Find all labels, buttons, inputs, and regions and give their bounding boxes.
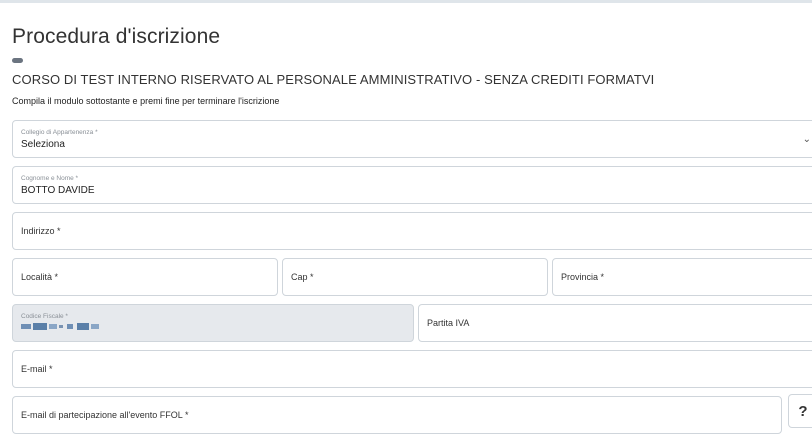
instructions-text: Compila il modulo sottostante e premi fi… — [12, 96, 280, 106]
indirizzo-placeholder: Indirizzo * — [21, 226, 61, 236]
email-evento-field[interactable]: E-mail di partecipazione all'evento FFOL… — [12, 396, 782, 434]
indirizzo-field[interactable]: Indirizzo * — [12, 212, 812, 250]
collegio-label: Collegio di Appartenenza * — [21, 129, 98, 136]
provincia-field[interactable]: Provincia * — [552, 258, 812, 296]
collegio-select[interactable]: Collegio di Appartenenza * Seleziona ⌄ — [12, 120, 812, 158]
email-field[interactable]: E-mail * — [12, 350, 812, 388]
masked-value-icon — [21, 323, 99, 330]
localita-field[interactable]: Località * — [12, 258, 278, 296]
progress-indicator — [12, 58, 23, 63]
cognome-nome-value: BOTTO DAVIDE — [21, 185, 95, 196]
cap-placeholder: Cap * — [291, 272, 314, 282]
cap-field[interactable]: Cap * — [282, 258, 548, 296]
partita-iva-placeholder: Partita IVA — [427, 318, 470, 328]
email-evento-placeholder: E-mail di partecipazione all'evento FFOL… — [21, 410, 189, 420]
codice-fiscale-label: Codice Fiscale * — [21, 313, 68, 320]
cognome-nome-field[interactable]: Cognome e Nome * BOTTO DAVIDE — [12, 166, 812, 204]
partita-iva-field[interactable]: Partita IVA — [418, 304, 812, 342]
chevron-down-icon: ⌄ — [802, 134, 811, 145]
email-placeholder: E-mail * — [21, 364, 53, 374]
top-border — [0, 0, 812, 3]
collegio-value: Seleziona — [21, 139, 65, 150]
provincia-placeholder: Provincia * — [561, 272, 605, 282]
help-button[interactable]: ? — [788, 394, 812, 428]
page-title: Procedura d'iscrizione — [12, 25, 221, 48]
cognome-nome-label: Cognome e Nome * — [21, 175, 79, 182]
course-title: CORSO DI TEST INTERNO RISERVATO AL PERSO… — [12, 72, 655, 87]
localita-placeholder: Località * — [21, 272, 59, 282]
codice-fiscale-field: Codice Fiscale * — [12, 304, 414, 342]
